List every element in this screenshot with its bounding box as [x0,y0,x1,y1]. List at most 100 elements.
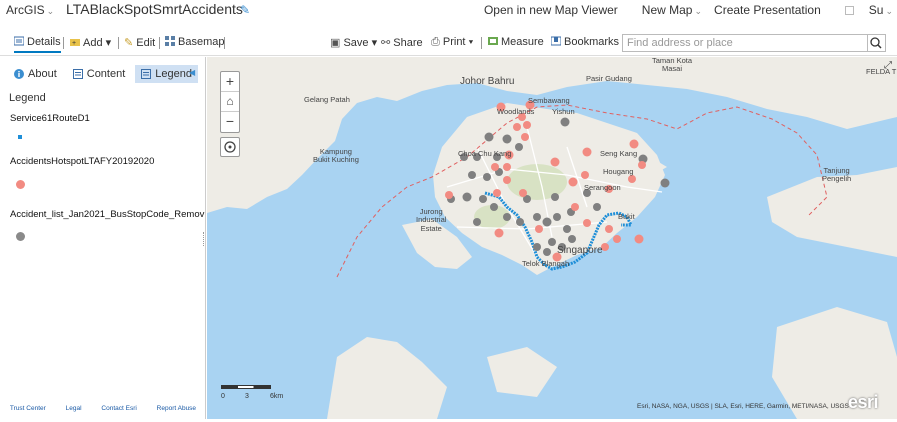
avatar [844,6,854,15]
search-icon [870,37,882,49]
edit-title-icon[interactable]: ✎ [240,3,250,17]
trust-center-link[interactable]: Trust Center [10,405,46,412]
home-button[interactable]: ⌂ [221,92,239,112]
arcgis-menu[interactable]: ArcGIS ⌄ [6,3,54,17]
place-label: Pasir Gudang [586,74,632,83]
sidebar-tabs: About Content Legend [8,65,202,83]
divider [159,37,160,49]
report-abuse-link[interactable]: Report Abuse [157,405,196,412]
tab-content-label: Content [86,68,126,80]
place-label: Sembawang [528,96,570,105]
print-label: Print [442,36,466,48]
place-label: Johor Bahru [460,76,515,87]
place-label: Seng Kang [600,149,638,158]
legend-layer-name: Accident_list_Jan2021_BusStopCode_Remov [10,209,205,220]
add-button[interactable]: + Add ▾ [70,36,111,49]
zoom-out-button[interactable]: − [221,112,239,132]
legend-heading: Legend [9,92,46,104]
pencil-icon: ✎ [124,37,134,49]
hotspot-point-symbol [16,180,25,189]
contact-esri-link[interactable]: Contact Esri [101,405,136,412]
brand-label: ArcGIS [6,3,45,17]
esri-logo: esri [848,392,879,412]
map-title: LTABlackSpotSmrtAccidents [66,1,243,17]
legal-link[interactable]: Legal [66,405,82,412]
measure-label: Measure [501,36,544,48]
land-south-islands-2 [487,347,557,397]
measure-icon [488,37,498,45]
top-bar: ArcGIS ⌄ LTABlackSpotSmrtAccidents ✎ Open… [0,0,897,22]
search-button[interactable] [868,34,886,52]
place-label: Choa Chu Kang [458,149,512,158]
accident-point-symbol [16,232,25,241]
create-presentation-link[interactable]: Create Presentation [714,3,821,17]
locate-icon [224,141,236,153]
place-label: Telok Blangah [522,259,570,268]
chevron-down-icon: ⌄ [694,6,703,16]
divider [481,37,482,49]
panel-resize-handle[interactable] [203,232,205,246]
open-new-map-viewer-link[interactable]: Open in new Map Viewer [484,3,618,17]
divider [63,37,64,49]
scale-label: 0 [221,393,225,400]
print-button[interactable]: ⎙ Print ▾ [431,36,473,49]
user-menu[interactable]: Su ⌄ [833,3,893,17]
svg-text:+: + [72,40,76,47]
place-label: Gelang Patah [304,95,350,104]
details-icon [14,36,24,46]
new-map-label: New Map [641,3,693,17]
content-list-icon [72,69,83,79]
bookmark-icon [551,36,561,46]
place-label: Hougang [603,167,634,176]
share-icon: ⚯ [381,37,391,49]
place-label: Singapore [557,245,603,256]
print-icon: ⎙ [431,36,440,48]
chevron-down-icon: ▾ [468,36,474,48]
add-layer-icon: + [70,39,80,47]
search-input[interactable]: Find address or place [622,34,868,52]
chevron-down-icon: ⌄ [46,6,55,16]
info-icon [14,69,24,79]
details-button[interactable]: Details [14,36,61,53]
share-button[interactable]: ⚯ Share [381,36,423,49]
land-south-islands [327,337,447,419]
save-button[interactable]: ▣ Save ▾ [330,36,377,49]
bookmarks-button[interactable]: Bookmarks [551,36,619,48]
legend-icon [141,69,152,79]
tab-about-label: About [28,68,57,80]
scale-label: 6km [270,393,284,400]
chevron-down-icon: ▾ [105,37,112,49]
tab-about[interactable]: About [8,65,63,83]
tab-content[interactable]: Content [67,65,132,83]
add-label: Add [83,37,103,49]
map-attribution[interactable]: Esri, NASA, NGA, USGS | SLA, Esri, HERE,… [637,403,849,410]
chevron-down-icon: ⌄ [885,6,893,16]
edit-button[interactable]: ✎ Edit [124,36,155,49]
zoom-control: + ⌂ − [220,71,240,133]
measure-button[interactable]: Measure [488,36,544,48]
place-label: Tanjung Pengelih [822,166,852,184]
locate-button[interactable] [220,137,240,157]
route-line-symbol [18,135,22,139]
details-label: Details [27,36,61,48]
legend-layer-name: Service61RouteD1 [10,113,90,124]
place-label: Kampung Bukit Kuching [313,147,359,165]
basemap-button[interactable]: Basemap [165,36,224,48]
place-label: Taman Kota Masai [652,56,693,74]
basemap-icon [165,36,175,46]
basemap-label: Basemap [178,36,225,48]
save-icon: ▣ [330,37,341,49]
tab-legend-label: Legend [155,68,192,80]
footer-links: Trust Center Legal Contact Esri Report A… [0,405,206,412]
zoom-in-button[interactable]: + [221,72,239,92]
scale-label: 3 [245,393,249,400]
place-label: Woodlands [497,107,535,116]
collapse-panel-icon[interactable]: ◀ [189,68,195,77]
edit-label: Edit [136,37,156,49]
new-map-menu[interactable]: New Map ⌄ [630,3,702,17]
expand-map-icon[interactable]: ⤢ [884,60,892,71]
place-label: Jurong Industrial Estate [416,207,447,233]
user-name: Su [868,3,884,17]
divider [224,37,225,49]
place-label: Serangoon [584,183,621,192]
